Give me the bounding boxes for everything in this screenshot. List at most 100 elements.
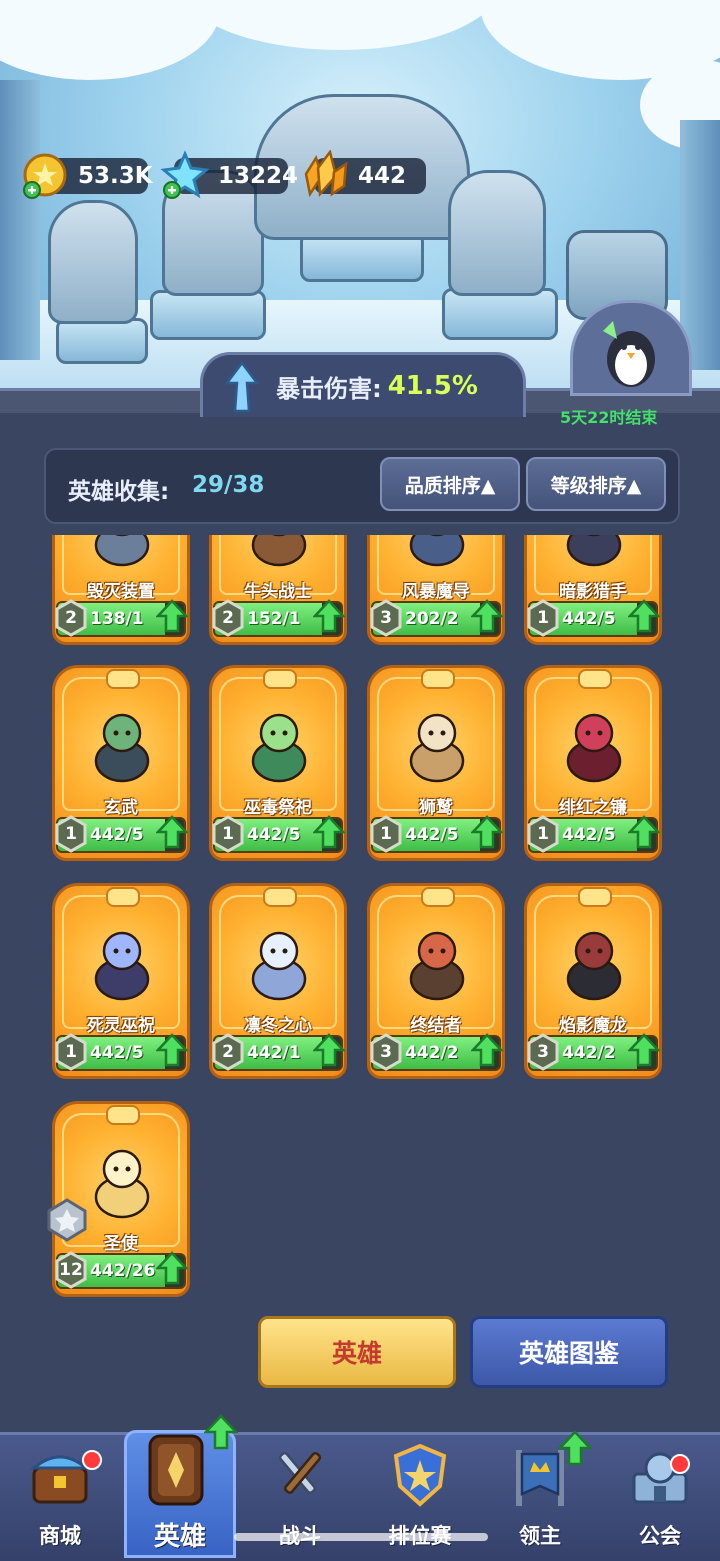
hero-portrait-icon	[251, 713, 307, 783]
card-crest	[263, 887, 297, 907]
upgrade-arrow-icon	[156, 1251, 188, 1285]
nav-label-guild: 公会	[639, 1524, 681, 1548]
sort-quality-button[interactable]: 品质排序▲	[380, 457, 520, 511]
hero-portrait-icon	[94, 931, 150, 1001]
crit-value: 41.5%	[387, 371, 478, 401]
nav-guild[interactable]: 公会	[600, 1432, 720, 1558]
upgrade-arrow-icon	[628, 815, 660, 849]
collection-label: 英雄收集:	[68, 479, 170, 505]
snow-drift	[0, 0, 220, 80]
hero-card[interactable]: 焰影魔龙 442/2 3	[524, 883, 662, 1079]
card-crest	[106, 669, 140, 689]
crit-arrow-icon	[225, 361, 259, 413]
hero-card[interactable]: 狮鹫 442/5 1	[367, 665, 505, 861]
hero-portrait-icon	[566, 535, 622, 567]
upgrade-arrow-icon	[156, 599, 188, 633]
shard-count: 442/5	[405, 825, 459, 845]
home-indicator	[234, 1533, 488, 1541]
hero-level: 1	[65, 1042, 77, 1062]
card-crest	[421, 887, 455, 907]
gem-resource[interactable]: 442	[304, 150, 426, 198]
shard-count: 442/5	[90, 825, 144, 845]
hero-card[interactable]: 死灵巫祝 442/5 1	[52, 883, 190, 1079]
upgrade-arrow-icon	[628, 599, 660, 633]
snow-drift	[180, 0, 500, 50]
upgrade-arrow-icon	[313, 1033, 345, 1067]
hero-card[interactable]: 暗影猎手 442/5 1	[524, 535, 662, 645]
shard-count: 442/2	[562, 1043, 616, 1063]
gold-resource[interactable]: 53.3K	[23, 153, 153, 199]
hero-card[interactable]: 凛冬之心 442/1 2	[209, 883, 347, 1079]
hero-card[interactable]: 风暴魔导 202/2 3	[367, 535, 505, 645]
shard-count: 442/5	[90, 1043, 144, 1063]
nav-label-lord: 领主	[519, 1524, 561, 1548]
hero-codex-button[interactable]: 英雄图鉴	[470, 1316, 668, 1388]
ice-wall	[0, 80, 40, 360]
upgrade-arrow-icon	[471, 599, 503, 633]
hero-grid: 毁灭装置 138/1 2 牛头战士 152/1 2 风暴魔导 202/2 3 暗影猎手 442/5 1…	[0, 535, 720, 1305]
hero-level: 1	[222, 824, 234, 844]
card-crest	[106, 1105, 140, 1125]
shard-count: 202/2	[405, 609, 459, 629]
event-countdown: 5天22时结束	[560, 408, 658, 427]
hero-card[interactable]: 巫毒祭祀 442/5 1	[209, 665, 347, 861]
hero-level: 12	[59, 1260, 83, 1280]
hero-level: 1	[65, 824, 77, 844]
nav-lord[interactable]: 领主	[480, 1430, 600, 1558]
hero-portrait-icon	[94, 535, 150, 567]
upgrade-arrow-icon	[204, 1414, 238, 1450]
crit-damage-banner: 暴击伤害: 41.5%	[200, 352, 526, 417]
hero-level: 3	[537, 1042, 549, 1062]
hero-portrait-icon	[251, 931, 307, 1001]
hero-level: 3	[380, 1042, 392, 1062]
card-crest	[106, 887, 140, 907]
rank-shield-icon	[393, 1443, 447, 1507]
sort-level-button[interactable]: 等级排序▲	[526, 457, 666, 511]
hero-card[interactable]: 圣使 442/26 12	[47, 1101, 190, 1297]
gold-coin-icon	[23, 153, 67, 199]
shard-count: 442/1	[247, 1043, 301, 1063]
hero-card[interactable]: 绯红之镰 442/5 1	[524, 665, 662, 861]
upgrade-arrow-icon	[558, 1430, 592, 1466]
hero-level: 1	[537, 608, 549, 628]
hero-card[interactable]: 毁灭装置 138/1 2	[52, 535, 190, 645]
shard-count: 138/1	[90, 609, 144, 629]
upgrade-arrow-icon	[471, 815, 503, 849]
upgrade-arrow-icon	[313, 815, 345, 849]
hero-level: 2	[222, 1042, 234, 1062]
upgrade-arrow-icon	[156, 1033, 188, 1067]
crystal-resource[interactable]: 13224	[160, 150, 298, 199]
shard-count: 442/26	[90, 1261, 156, 1281]
card-crest	[578, 669, 612, 689]
upgrade-arrow-icon	[471, 1033, 503, 1067]
nav-label-shop: 商城	[39, 1524, 81, 1548]
crit-label: 暴击伤害:	[276, 374, 382, 403]
shard-count: 152/1	[247, 609, 301, 629]
pedestal	[150, 290, 266, 340]
amber-gem-icon	[304, 150, 348, 198]
hero-card[interactable]: 玄武 442/5 1	[52, 665, 190, 861]
hero-portrait-icon	[409, 713, 465, 783]
notification-dot	[670, 1454, 690, 1474]
upgrade-arrow-icon	[156, 815, 188, 849]
card-crest	[578, 887, 612, 907]
pedestal	[56, 318, 148, 364]
notification-dot	[82, 1450, 102, 1470]
hero-card[interactable]: 终结者 442/2 3	[367, 883, 505, 1079]
nav-shop[interactable]: 商城	[0, 1432, 120, 1558]
card-crest	[421, 669, 455, 689]
hero-level: 3	[380, 608, 392, 628]
hero-portrait-icon	[566, 713, 622, 783]
collection-count: 29/38	[192, 472, 265, 498]
hero-card[interactable]: 牛头战士 152/1 2	[209, 535, 347, 645]
hero-portrait-icon	[409, 931, 465, 1001]
hero-portrait-icon	[409, 535, 465, 567]
hero-portrait-icon	[94, 1149, 150, 1219]
shard-count: 442/5	[247, 825, 301, 845]
hero-portrait-icon	[566, 931, 622, 1001]
hero-level: 2	[65, 608, 77, 628]
heroes-tab-button[interactable]: 英雄	[258, 1316, 456, 1388]
nav-heroes[interactable]: 英雄	[120, 1414, 240, 1558]
hero-level: 1	[537, 824, 549, 844]
hero-level: 1	[380, 824, 392, 844]
